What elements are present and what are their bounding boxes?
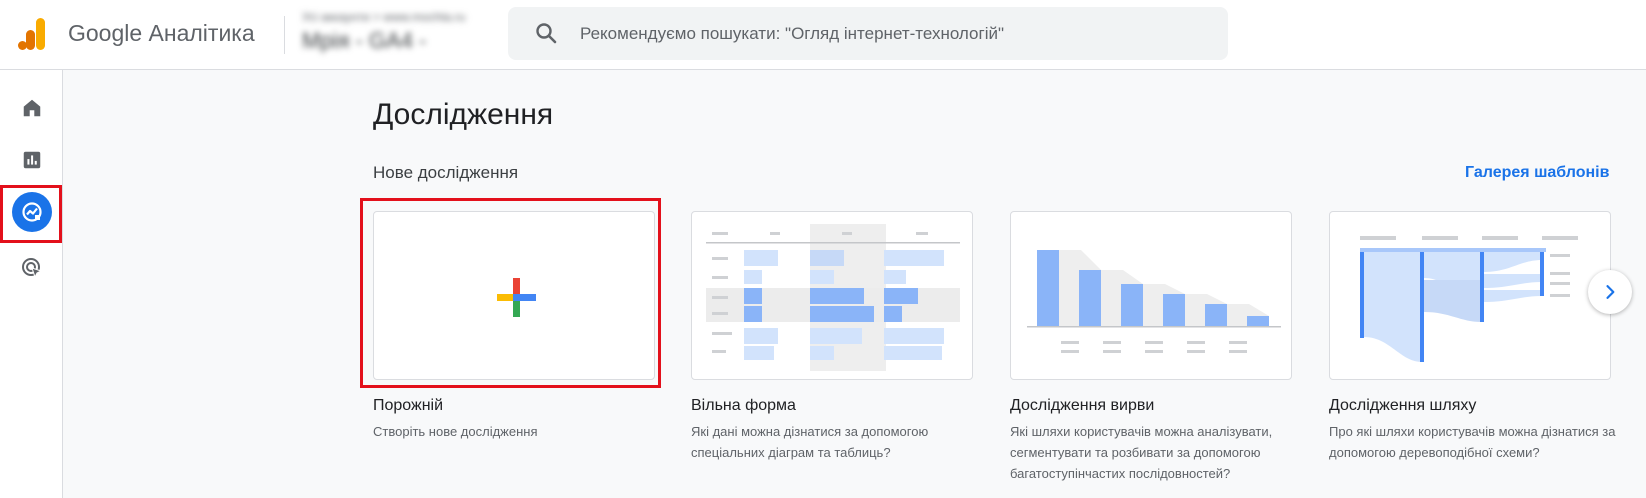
- free-form-card-description: Які дані можна дізнатися за допомогою сп…: [691, 424, 929, 460]
- blank-card-description: Створіть нове дослідження: [373, 424, 538, 439]
- advertising-icon: [21, 258, 42, 279]
- analytics-logo-icon[interactable]: [18, 18, 46, 50]
- funnel-card-description: Які шляхи користувачів можна аналізувати…: [1010, 424, 1273, 481]
- nav-home[interactable]: [0, 84, 63, 132]
- highlight-frame-nav: [0, 185, 62, 243]
- path-thumbnail: [1360, 236, 1578, 362]
- path-card-description: Про які шляхи користувачів можна дізнати…: [1329, 424, 1616, 460]
- section-title: Нове дослідження: [373, 163, 519, 182]
- property-name: Мрія - GA4 -: [302, 28, 427, 53]
- chevron-right-icon: [1606, 285, 1615, 299]
- account-breadcrumb: Усі аккаунти > www.mochta.ru: [302, 10, 466, 24]
- home-icon: [23, 99, 40, 117]
- header-divider: [284, 16, 285, 54]
- search-placeholder: Рекомендуємо пошукати: "Огляд інтернет-т…: [580, 24, 1005, 43]
- top-app-bar: Google Аналітика Усі аккаунти > www.moch…: [0, 0, 1646, 70]
- funnel-exploration-card[interactable]: [1010, 211, 1292, 380]
- funnel-card-title: Дослідження вирви: [1010, 397, 1155, 414]
- reports-icon: [23, 151, 40, 169]
- path-exploration-card[interactable]: [1329, 211, 1611, 380]
- highlight-frame-blank-card: [360, 198, 661, 388]
- free-form-card-title: Вільна форма: [691, 397, 796, 414]
- left-nav-rail: [0, 70, 63, 498]
- nav-reports[interactable]: [0, 136, 63, 184]
- blank-card-title: Порожній: [373, 397, 444, 414]
- app-title: Google Аналітика: [68, 20, 255, 46]
- carousel-next-button[interactable]: [1588, 270, 1632, 314]
- search-bar[interactable]: Рекомендуємо пошукати: "Огляд інтернет-т…: [508, 7, 1228, 60]
- account-selector[interactable]: Усі аккаунти > www.mochta.ru Мрія - GA4 …: [302, 10, 502, 58]
- template-gallery-link[interactable]: Галерея шаблонів: [1465, 164, 1609, 182]
- free-form-thumbnail: [706, 224, 960, 371]
- search-icon: [536, 23, 557, 44]
- path-card-title: Дослідження шляху: [1329, 397, 1477, 414]
- nav-advertising[interactable]: [0, 244, 63, 292]
- free-form-card[interactable]: [691, 211, 973, 380]
- funnel-thumbnail: [1027, 250, 1281, 353]
- page-title: Дослідження: [373, 98, 554, 131]
